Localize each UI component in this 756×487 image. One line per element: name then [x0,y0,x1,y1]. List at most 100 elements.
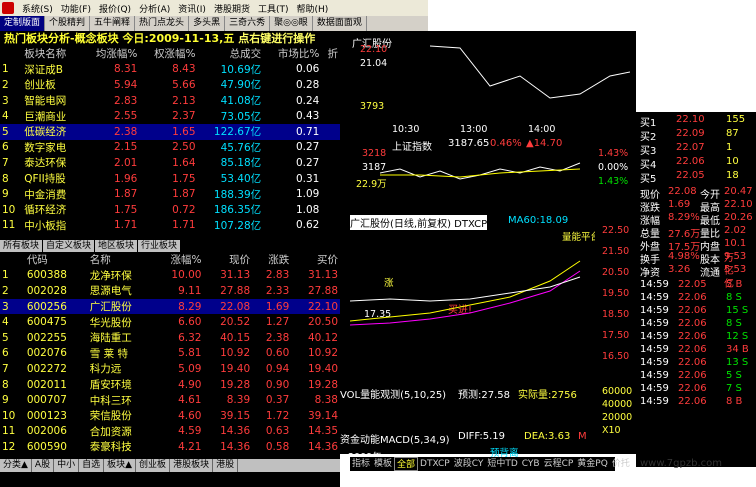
stock-code: 600590 [26,440,67,453]
stock-col[interactable]: 买价 [291,252,340,268]
stock-row[interactable]: 4 600475 华光股份 6.60 20.52 1.27 20.50 [0,314,340,330]
sector-tab[interactable]: 自定义板块 [43,240,95,252]
sector-row[interactable]: 3 智能电网 2.83 2.13 41.08亿 0.24 [0,93,340,109]
sector-row[interactable]: 7 泰达环保 2.01 1.64 85.18亿 0.27 [0,155,340,171]
stock-col[interactable]: 涨幅% [154,252,204,268]
menu-item[interactable]: 分析(A) [139,2,170,15]
chart-tab[interactable]: 价托 [610,457,632,471]
sector-avg: 2.38 [81,123,140,140]
sector-row[interactable]: 4 巨潮商业 2.55 2.37 73.05亿 0.43 [0,108,340,124]
stock-name: 泰豪科技 [89,441,132,454]
bottom-tab[interactable]: 板块▲ [104,459,137,472]
chart-tab[interactable]: DTXCP [418,457,452,471]
menu-item[interactable]: 功能(F) [61,2,91,15]
stock-col[interactable]: 现价 [203,252,252,268]
sector-tab[interactable]: 地区板块 [95,240,138,252]
tab-5[interactable]: 三奇六秀 [225,16,271,31]
bottom-tab[interactable]: 港股板块 [170,459,214,472]
sector-tab[interactable]: 所有板块 [0,240,43,252]
sector-row[interactable]: 6 数字家电 2.15 2.50 45.76亿 0.27 [0,140,340,156]
menu-item[interactable]: 港股期货 [214,2,250,15]
menu-item[interactable]: 报价(Q) [99,2,131,15]
chart-tab[interactable]: 黄金PQ [575,457,610,471]
bid-volume: 10 [726,156,739,167]
chart-tab[interactable]: 波段CY [452,457,486,471]
stock-row[interactable]: 2 002028 思源电气 9.11 27.88 2.33 27.88 [0,283,340,299]
info-row: 现价 22.08 今开 20.47 [638,186,756,201]
stock-row[interactable]: 9 000707 中科三环 4.61 8.39 0.37 8.38 [0,392,340,408]
sector-col[interactable]: 市场比% [263,46,321,62]
row-index: 9 [2,394,9,407]
sector-row[interactable]: 10 循环经济 1.75 0.72 186.35亿 1.08 [0,202,340,218]
tab-6[interactable]: 聚◎◎眼 [270,16,313,31]
bid-row: 买5 22.05 18 [638,170,756,185]
chart-tab[interactable]: CYB [520,457,542,471]
menu-item[interactable]: 系统(S) [22,2,53,15]
stock-price: 8.39 [226,394,251,407]
stock-price: 39.15 [220,409,251,422]
bottom-tab[interactable]: A股 [32,459,55,472]
index-pct-low: 1.43% [598,176,629,187]
sector-row[interactable]: 8 QFII持股 1.96 1.75 53.40亿 0.31 [0,171,340,187]
bottom-tab[interactable]: 分类▲ [0,459,32,472]
stock-row[interactable]: 5 002255 海陆重工 6.32 40.15 2.38 40.12 [0,330,340,346]
stock-name: 华光股份 [89,316,132,329]
stock-col[interactable]: 名称 [88,252,154,268]
bottom-tab[interactable]: 自选 [79,459,105,472]
sector-col[interactable]: 总成交 [198,46,264,62]
chart-tab[interactable]: 全部 [394,457,419,471]
stock-row[interactable]: 11 002006 合加资源 4.59 14.36 0.63 14.35 [0,424,340,440]
kline-axis-tick: 16.50 [602,351,630,362]
sector-name: 数字家电 [24,141,67,154]
chart-tab[interactable]: 指标 [350,457,372,471]
sector-tab[interactable]: 行业板块 [138,240,181,252]
sector-avg: 1.87 [113,188,138,201]
sector-row[interactable]: 9 中金消费 1.87 1.87 188.39亿 1.09 [0,186,340,202]
sector-col[interactable]: 折 [321,46,340,62]
sector-row[interactable]: 5 低碳经济 2.38 1.65 122.67亿 0.71 [0,123,340,140]
stock-bid: 20.50 [307,316,338,329]
tab-2[interactable]: 五牛阐释 [90,16,136,31]
info-value: 1.69 [668,199,691,210]
tick-price: 22.06 [678,357,707,368]
stock-col[interactable]: 代码 [25,252,88,268]
info-label: 流通 [700,268,720,279]
mini-volume: 3793 [360,101,385,112]
stock-row[interactable]: 7 002272 科力远 5.09 19.40 0.94 19.40 [0,361,340,377]
tab-7[interactable]: 数据面面观 [313,16,367,31]
stock-price: 20.52 [220,316,251,329]
kline-axis-tick: 18.50 [602,309,630,320]
index-pct-high: 1.43% [598,148,629,159]
sector-col[interactable]: 板块名称 [22,46,81,62]
menu-item[interactable]: 资讯(I) [178,2,206,15]
stock-row[interactable]: 8 002011 盾安环境 4.90 19.28 0.90 19.28 [0,377,340,393]
stock-col[interactable]: 涨跌 [252,252,291,268]
chart-tab[interactable]: 云程CP [542,457,576,471]
chart-tab[interactable]: 模板 [372,457,394,471]
sector-row[interactable]: 11 中小板指 1.71 1.71 107.28亿 0.62 [0,218,340,234]
stock-row[interactable]: 12 600590 泰豪科技 4.21 14.36 0.58 14.36 [0,439,340,455]
bottom-tab[interactable]: 中小 [54,459,80,472]
sector-row[interactable]: 1 深证成B 8.31 8.43 10.69亿 0.06 [0,62,340,78]
bottom-tab[interactable]: 港股 [213,459,239,472]
menu-item[interactable]: 帮助(H) [296,2,328,15]
menu-item[interactable]: 工具(T) [258,2,289,15]
stock-row[interactable]: 3 600256 广汇股份 8.29 22.08 1.69 22.10 [0,298,340,315]
tab-3[interactable]: 热门点龙头 [135,16,190,31]
chart-tab[interactable]: 短中TD [485,457,519,471]
tab-0[interactable]: 定制版面 [0,16,46,31]
sector-row[interactable]: 2 创业板 5.94 5.66 47.90亿 0.28 [0,77,340,93]
stock-row[interactable]: 10 000123 荣信股份 4.60 39.15 1.72 39.14 [0,408,340,424]
kline-axis-tick: 20.50 [602,267,630,278]
sector-volume: 41.08亿 [220,95,262,108]
stock-name: 盾安环境 [89,379,132,392]
tab-4[interactable]: 多头黑 [189,16,226,31]
stock-row[interactable]: 1 600388 龙净环保 10.00 31.13 2.83 31.13 [0,268,340,284]
stock-row[interactable]: 6 002076 雪 莱 特 5.81 10.92 0.60 10.92 [0,346,340,362]
sector-col[interactable]: 权涨幅% [139,46,197,62]
tab-1[interactable]: 个股精判 [45,16,91,31]
mini-price-mid: 21.04 [360,58,388,69]
stock-bid: 39.14 [307,409,338,422]
sector-col[interactable]: 均涨幅% [81,46,139,62]
bottom-tab[interactable]: 创业板 [136,459,171,472]
